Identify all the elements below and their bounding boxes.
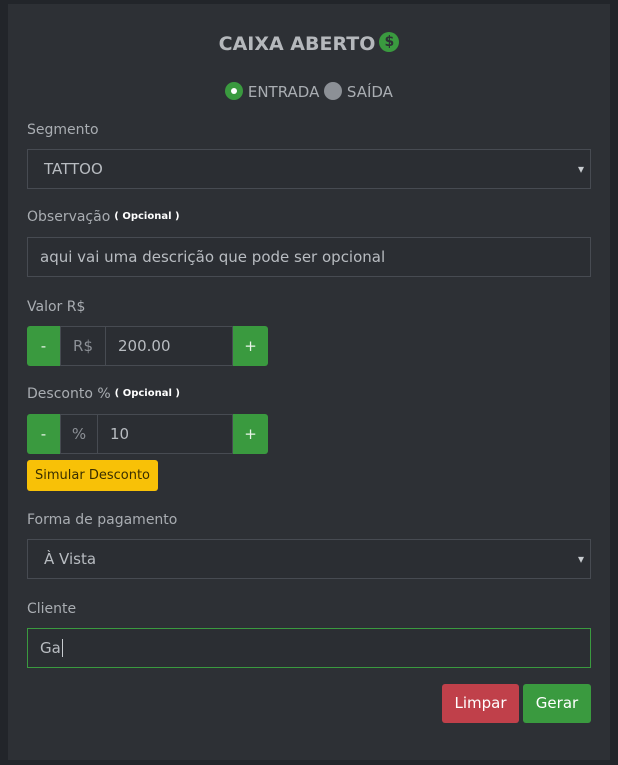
pagamento-value: À Vista <box>44 550 97 568</box>
desconto-percent-addon: % <box>60 414 98 454</box>
desconto-label-text: Desconto % <box>27 386 111 402</box>
desconto-optional-tag: ( Opcional ) <box>114 388 180 399</box>
cliente-label: Cliente <box>27 601 77 617</box>
valor-minus-button[interactable]: - <box>27 326 60 366</box>
generate-button[interactable]: Gerar <box>523 684 591 723</box>
observacao-label: Observação( Opcional ) <box>27 209 180 225</box>
valor-label: Valor R$ <box>27 299 86 315</box>
segmento-select[interactable]: TATTOO <box>27 149 591 189</box>
valor-input-group: - R$ 200.00 + <box>27 326 268 366</box>
radio-entrada[interactable] <box>225 82 244 100</box>
desconto-input-group: - % 10 + <box>27 414 268 454</box>
desconto-input[interactable]: 10 <box>98 414 233 454</box>
dollar-circle-icon: $ <box>379 32 400 52</box>
radio-saida-label[interactable]: SAÍDA <box>347 83 393 101</box>
observacao-input[interactable]: aqui vai uma descrição que pode ser opci… <box>27 237 591 277</box>
page-title: CAIXA ABERTO $ <box>8 32 610 55</box>
cliente-value: Ga <box>40 639 61 657</box>
cliente-input[interactable]: Ga <box>27 628 591 668</box>
text-cursor <box>61 639 63 657</box>
simulate-discount-button[interactable]: Simular Desconto <box>27 460 158 491</box>
valor-currency-addon: R$ <box>60 326 106 366</box>
pagamento-select[interactable]: À Vista <box>27 539 591 579</box>
valor-input[interactable]: 200.00 <box>106 326 233 366</box>
clear-button[interactable]: Limpar <box>442 684 519 723</box>
observacao-value: aqui vai uma descrição que pode ser opci… <box>40 248 386 266</box>
segmento-value: TATTOO <box>44 160 103 178</box>
observacao-optional-tag: ( Opcional ) <box>114 211 180 222</box>
cash-register-panel: CAIXA ABERTO $ ENTRADA SAÍDA Segmento TAT… <box>8 4 610 760</box>
segmento-label: Segmento <box>27 122 99 138</box>
radio-entrada-label[interactable]: ENTRADA <box>248 83 319 101</box>
pagamento-label: Forma de pagamento <box>27 512 178 528</box>
desconto-plus-button[interactable]: + <box>233 414 268 454</box>
desconto-minus-button[interactable]: - <box>27 414 60 454</box>
transaction-type-radios: ENTRADA SAÍDA <box>8 82 610 101</box>
page-title-text: CAIXA ABERTO <box>218 33 376 55</box>
observacao-label-text: Observação <box>27 209 111 225</box>
radio-saida[interactable] <box>324 82 343 100</box>
valor-plus-button[interactable]: + <box>233 326 268 366</box>
desconto-label: Desconto %( Opcional ) <box>27 386 180 402</box>
